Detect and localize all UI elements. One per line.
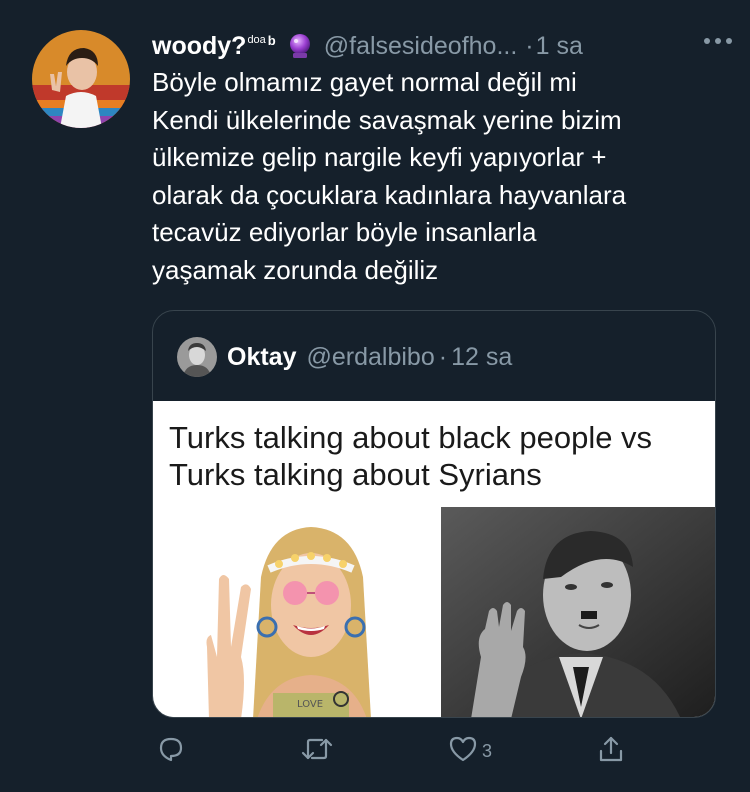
meme-title: Turks talking about black people vs Turk… (169, 419, 709, 493)
tweet-text-line: Böyle olmamız gayet normal değil mi (152, 67, 577, 97)
meme-photo-left: LOVE (161, 507, 437, 717)
reply-button[interactable] (156, 734, 186, 769)
like-count: 3 (482, 741, 493, 761)
meme-title-line: Turks talking about black people vs (169, 420, 653, 455)
more-options-icon[interactable] (704, 38, 732, 44)
quoted-tweet[interactable]: Oktay @erdalbibo · 12 sa Turks talking a… (152, 310, 716, 718)
tweet-text: Böyle olmamız gayet normal değil mi Kend… (152, 64, 732, 289)
action-bar: 3 (150, 734, 650, 774)
svg-text:LOVE: LOVE (297, 699, 323, 710)
display-name[interactable]: woody? (152, 32, 246, 61)
share-button[interactable] (596, 734, 626, 769)
crystal-ball-icon (286, 32, 314, 60)
timestamp[interactable]: 1 sa (536, 32, 583, 61)
tweet-text-line: ülkemize gelip nargile keyfi yapıyorlar … (152, 142, 607, 172)
name-superscript-b: b (267, 32, 276, 48)
share-icon[interactable] (596, 734, 626, 769)
separator: · (525, 31, 534, 60)
reply-icon[interactable] (156, 734, 186, 769)
heart-icon[interactable] (448, 734, 478, 769)
quoted-avatar[interactable] (177, 337, 217, 377)
retweet-button[interactable] (300, 734, 334, 769)
meme-title-line: Turks talking about Syrians (169, 457, 542, 492)
quoted-tweet-header: Oktay @erdalbibo · 12 sa (177, 337, 512, 377)
handle[interactable]: @falsesideofho... (324, 32, 518, 61)
meme-photo-right (441, 507, 715, 717)
quoted-handle[interactable]: @erdalbibo (306, 343, 434, 372)
avatar[interactable] (32, 30, 130, 128)
meme-image[interactable]: Turks talking about black people vs Turk… (153, 401, 715, 717)
quoted-separator: · (438, 342, 448, 371)
quoted-display-name[interactable]: Oktay (227, 343, 296, 372)
like-button[interactable]: 3 (448, 734, 492, 769)
tweet-text-line: yaşamak zorunda değiliz (152, 254, 439, 285)
retweet-icon[interactable] (300, 734, 334, 769)
tweet-header: woody? doa b @falsesideofho... · 1 sa (152, 26, 732, 66)
name-superscript: doa (247, 34, 266, 46)
tweet-text-line: olarak da çocuklara kadınlara hayvanlara (152, 179, 627, 210)
tweet-text-line: Kendi ülkelerinde savaşmak yerine bizim (152, 104, 622, 135)
tweet-text-line: tecavüz ediyorlar böyle insanlarla (152, 217, 537, 247)
quoted-timestamp[interactable]: 12 sa (451, 343, 512, 372)
